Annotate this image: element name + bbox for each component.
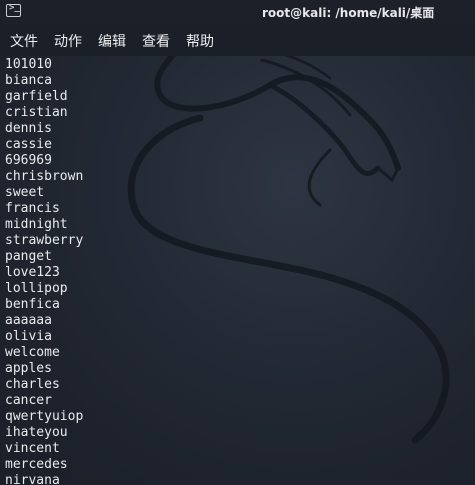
terminal-line: cristian bbox=[5, 105, 68, 120]
menu-actions[interactable]: 动作 bbox=[54, 31, 82, 51]
terminal-line: olivia bbox=[5, 329, 52, 344]
terminal-line: strawberry bbox=[5, 233, 84, 248]
terminal-line: 696969 bbox=[5, 153, 52, 168]
terminal-line: aaaaaa bbox=[5, 313, 52, 328]
terminal-line: cassie bbox=[5, 137, 52, 152]
terminal-line: panget bbox=[5, 249, 52, 264]
terminal-line: lollipop bbox=[5, 281, 68, 296]
terminal-line: benfica bbox=[5, 297, 60, 312]
terminal-line: ihateyou bbox=[5, 425, 68, 440]
terminal-line: charles bbox=[5, 377, 60, 392]
terminal-line: love123 bbox=[5, 265, 60, 280]
menu-edit[interactable]: 编辑 bbox=[98, 31, 126, 51]
menu-bar: 文件 动作 编辑 查看 帮助 bbox=[0, 24, 475, 56]
terminal-icon-glyph: >_ bbox=[9, 3, 20, 13]
terminal-line: mercedes bbox=[5, 457, 68, 472]
terminal-line: francis bbox=[5, 201, 60, 216]
terminal-line: dennis bbox=[5, 121, 52, 136]
terminal-line: 101010 bbox=[5, 57, 52, 72]
menu-file[interactable]: 文件 bbox=[10, 31, 38, 51]
terminal-line: garfield bbox=[5, 89, 68, 104]
terminal-line: cancer bbox=[5, 393, 52, 408]
terminal-line: midnight bbox=[5, 217, 68, 232]
terminal-line: bianca bbox=[5, 73, 52, 88]
terminal-icon[interactable]: >_ bbox=[6, 3, 21, 17]
terminal-line: apples bbox=[5, 361, 52, 376]
terminal-line: qwertyuiop bbox=[5, 409, 84, 424]
menu-view[interactable]: 查看 bbox=[142, 31, 170, 51]
terminal-line: chrisbrown bbox=[5, 169, 84, 184]
terminal-line: welcome bbox=[5, 345, 60, 360]
terminal-line: sweet bbox=[5, 185, 45, 200]
window-title: root@kali: /home/kali/桌面 bbox=[262, 6, 435, 20]
menu-help[interactable]: 帮助 bbox=[186, 31, 214, 51]
title-bar: >_ root@kali: /home/kali/桌面 bbox=[0, 0, 475, 25]
terminal-line: nirvana bbox=[5, 473, 60, 485]
terminal-window: >_ root@kali: /home/kali/桌面 文件 动作 编辑 查看 … bbox=[0, 0, 475, 485]
terminal-line: vincent bbox=[5, 441, 60, 456]
terminal-output[interactable]: 101010 bianca garfield cristian dennis c… bbox=[5, 57, 470, 485]
